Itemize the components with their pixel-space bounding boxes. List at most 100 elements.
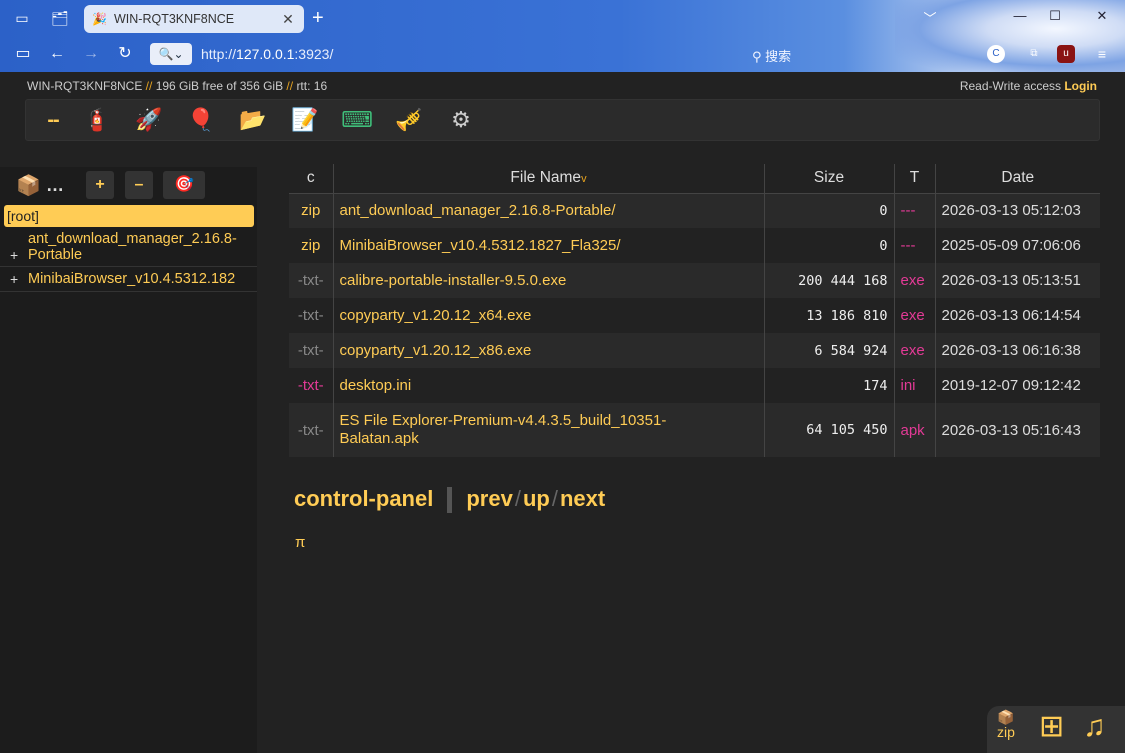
cell-zip-link[interactable]: zip <box>289 193 333 228</box>
url-scheme: http:// <box>201 46 237 62</box>
site-search-icon: 🔍 <box>158 47 174 61</box>
package-icon[interactable]: 📦 <box>16 173 41 198</box>
tab-menu-icon[interactable]: ▭ <box>8 4 36 32</box>
tree-collapse-button[interactable]: – <box>125 171 153 199</box>
column-header-c[interactable]: c <box>289 164 333 194</box>
table-row[interactable]: -txt- copyparty_v1.20.12_x64.exe 13 186 … <box>289 298 1100 333</box>
cell-date: 2026-03-13 06:16:38 <box>934 333 1100 368</box>
tree-item[interactable]: + ant_download_manager_2.16.8- Portable <box>0 229 257 267</box>
cell-size: 64 105 450 <box>763 403 894 457</box>
cell-date: 2026-03-13 05:16:43 <box>934 403 1100 457</box>
folder-icon[interactable]: 📂 <box>236 107 270 133</box>
login-link[interactable]: Login <box>1064 79 1097 93</box>
table-row[interactable]: zip MinibaiBrowser_v10.4.5312.1827_Fla32… <box>289 228 1100 263</box>
minimize-button[interactable]: — <box>1008 8 1032 28</box>
toolbar-dash-button[interactable]: -- <box>36 107 70 133</box>
menu-icon[interactable]: ≡ <box>1093 45 1111 63</box>
close-window-button[interactable]: ✕ <box>1090 8 1114 28</box>
tree-expand-button[interactable]: + <box>86 171 114 199</box>
sidebar-toggle-icon[interactable]: ▭ <box>12 44 34 64</box>
forward-icon[interactable]: → <box>80 44 102 64</box>
table-row[interactable]: -txt- copyparty_v1.20.12_x86.exe 6 584 9… <box>289 333 1100 368</box>
tree-more-button[interactable]: … <box>46 175 64 196</box>
cell-filename[interactable]: ES File Explorer-Premium-v4.4.3.5_build_… <box>332 403 764 457</box>
cell-txt-link[interactable]: -txt- <box>289 333 333 368</box>
cell-txt-link[interactable]: -txt- <box>289 368 333 403</box>
server-host: WIN-RQT3KNF8NCE <box>27 79 143 93</box>
tree-item-label: MinibaiBrowser_v10.4.5312.182 <box>28 271 236 287</box>
trumpet-icon[interactable]: 🎺 <box>392 107 426 133</box>
cell-type: ini <box>893 368 935 403</box>
balloon-icon[interactable]: 🎈 <box>184 107 218 133</box>
column-header-size[interactable]: Size <box>763 164 894 194</box>
reload-icon[interactable]: ↻ <box>114 44 136 64</box>
grid-view-icon[interactable]: ⊞ <box>1039 710 1064 744</box>
cell-type: exe <box>893 263 935 298</box>
column-header-date[interactable]: Date <box>934 164 1100 194</box>
status-separator: // <box>283 79 297 93</box>
tree-item[interactable]: + MinibaiBrowser_v10.4.5312.182 <box>0 268 257 292</box>
edit-note-icon[interactable]: 📝 <box>288 107 322 133</box>
control-panel-link[interactable]: control-panel <box>294 486 433 511</box>
tree-item-label-line2: Portable <box>28 247 83 263</box>
url-host: 127.0.0.1 <box>236 46 295 62</box>
new-tab-button[interactable]: + <box>312 8 324 28</box>
cell-filename[interactable]: MinibaiBrowser_v10.4.5312.1827_Fla325/ <box>332 228 764 263</box>
music-player-icon[interactable]: ♫ <box>1083 710 1106 744</box>
cell-date: 2026-03-13 05:13:51 <box>934 263 1100 298</box>
cell-type: --- <box>893 228 935 263</box>
up-link[interactable]: up <box>523 486 550 511</box>
footer-nav: control-panel prev/up/next <box>294 486 605 514</box>
party-favicon-icon: 🎉 <box>92 12 107 26</box>
table-row[interactable]: -txt- desktop.ini 174 ini 2019-12-07 09:… <box>289 368 1100 403</box>
table-row[interactable]: -txt- calibre-portable-installer-9.5.0.e… <box>289 263 1100 298</box>
tree-item-label-line1: ant_download_manager_2.16.8- <box>28 231 237 247</box>
cell-filename[interactable]: calibre-portable-installer-9.5.0.exe <box>332 263 764 298</box>
search-box[interactable]: ⚲ 搜索 <box>752 46 791 65</box>
fire-extinguisher-icon[interactable]: 🧯 <box>80 107 114 133</box>
tree-expand-toggle[interactable]: + <box>10 247 18 263</box>
cell-filename[interactable]: desktop.ini <box>332 368 764 403</box>
cell-filename[interactable]: copyparty_v1.20.12_x86.exe <box>332 333 764 368</box>
corner-widget: 📦 zip ⊞ ♫ <box>987 706 1125 753</box>
back-icon[interactable]: ← <box>46 44 68 64</box>
tab-collections-icon[interactable]: 🗂 <box>46 4 74 32</box>
url-rest: :3923/ <box>294 46 334 62</box>
site-info-chip[interactable]: 🔍 ⌄ <box>150 43 192 65</box>
rocket-icon[interactable]: 🚀 <box>132 107 166 133</box>
tree-root[interactable]: [root] <box>4 205 254 227</box>
keyboard-icon[interactable]: ⌨ <box>340 107 374 133</box>
cell-filename[interactable]: ant_download_manager_2.16.8-Portable/ <box>332 193 764 228</box>
column-header-filename[interactable]: File Namev <box>332 164 764 194</box>
profile-avatar[interactable]: C <box>987 45 1005 63</box>
tree-expand-toggle[interactable]: + <box>10 271 18 287</box>
extensions-icon[interactable]: ⧉ <box>1025 45 1043 63</box>
cell-filename[interactable]: copyparty_v1.20.12_x64.exe <box>332 298 764 333</box>
gear-icon[interactable]: ⚙ <box>444 107 478 133</box>
cell-txt-link[interactable]: -txt- <box>289 403 333 457</box>
table-row[interactable]: zip ant_download_manager_2.16.8-Portable… <box>289 193 1100 228</box>
cell-txt-link[interactable]: -txt- <box>289 298 333 333</box>
tab-close-icon[interactable]: ✕ <box>280 11 296 28</box>
table-header-row: c File Namev Size T Date <box>289 164 1100 194</box>
cell-txt-link[interactable]: -txt- <box>289 263 333 298</box>
tab-search-icon[interactable]: ﹀ <box>918 8 942 28</box>
zip-download-button[interactable]: 📦 zip <box>997 710 1015 740</box>
column-header-type[interactable]: T <box>893 164 935 194</box>
zip-label: zip <box>997 724 1015 740</box>
maximize-button[interactable]: ☐ <box>1043 8 1067 28</box>
pi-link[interactable]: π <box>295 534 305 551</box>
package-icon: 📦 <box>997 709 1015 725</box>
ublock-icon[interactable]: u <box>1057 45 1075 63</box>
next-link[interactable]: next <box>560 486 605 511</box>
page-content: WIN-RQT3KNF8NCE // 196 GiB free of 356 G… <box>0 72 1125 753</box>
target-icon[interactable]: 🎯 <box>163 171 205 199</box>
prev-link[interactable]: prev <box>466 486 512 511</box>
table-row[interactable]: -txt- ES File Explorer-Premium-v4.4.3.5_… <box>289 403 1100 457</box>
cell-zip-link[interactable]: zip <box>289 228 333 263</box>
browser-tab[interactable]: 🎉 WIN-RQT3KNF8NCE ✕ <box>84 5 304 33</box>
cell-size: 6 584 924 <box>763 333 894 368</box>
address-bar[interactable]: http://127.0.0.1:3923/ <box>201 46 333 62</box>
footer-divider <box>447 487 453 514</box>
filename-line1: ES File Explorer-Premium-v4.4.3.5_build_… <box>339 412 667 429</box>
